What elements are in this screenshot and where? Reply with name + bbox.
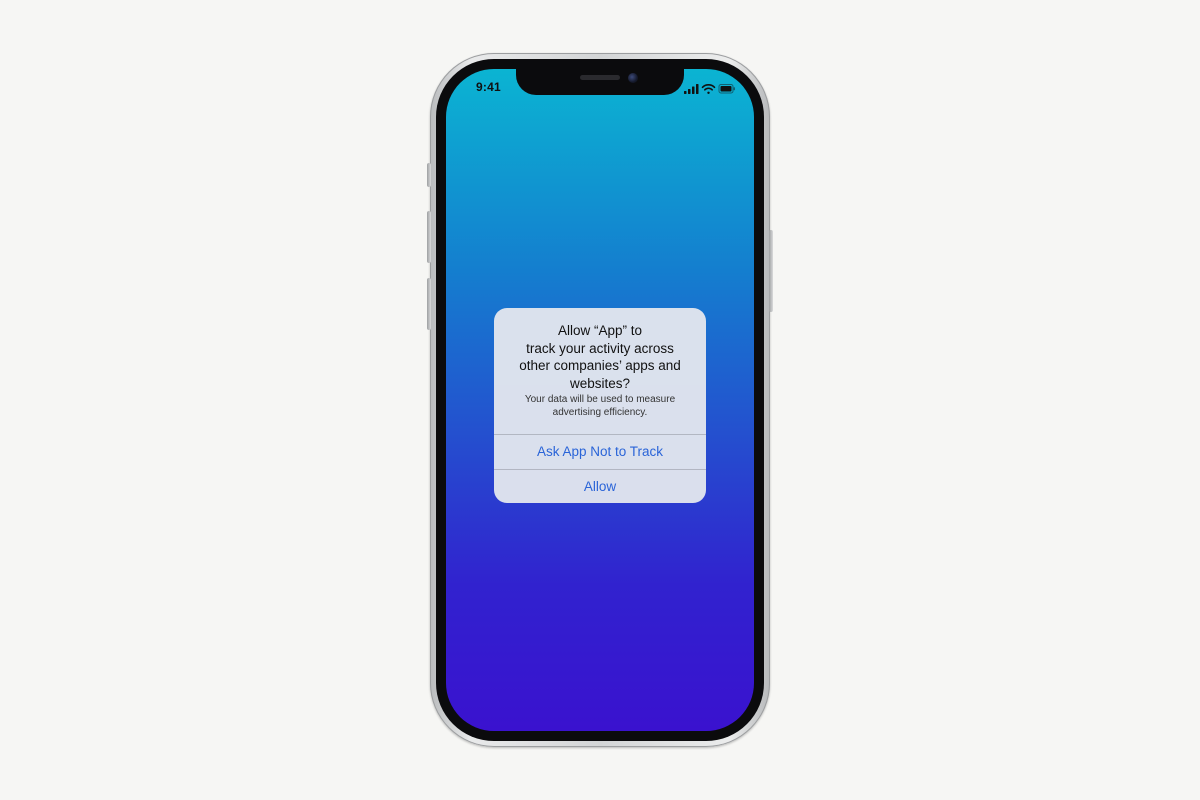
front-camera bbox=[628, 73, 638, 83]
wifi-icon bbox=[701, 84, 716, 94]
status-icons bbox=[684, 82, 736, 94]
volume-up-button bbox=[427, 211, 431, 263]
alert-title: Allow “App” to track your activity acros… bbox=[519, 323, 681, 391]
alert-message: Your data will be used to measure advert… bbox=[524, 394, 676, 418]
notch bbox=[516, 67, 684, 95]
battery-icon bbox=[718, 84, 735, 94]
tracking-permission-alert: Allow “App” to track your activity acros… bbox=[494, 308, 706, 503]
cellular-signal-icon bbox=[684, 84, 699, 94]
speaker-grille bbox=[580, 75, 620, 80]
power-button bbox=[769, 230, 773, 312]
status-time: 9:41 bbox=[476, 80, 501, 94]
silent-switch bbox=[427, 163, 431, 187]
ask-not-to-track-button[interactable]: Ask App Not to Track bbox=[494, 435, 706, 469]
volume-down-button bbox=[427, 278, 431, 330]
allow-button[interactable]: Allow bbox=[494, 470, 706, 503]
product-shot: 9:41 Allow “App” to track your activity … bbox=[0, 0, 1200, 800]
alert-body: Allow “App” to track your activity acros… bbox=[494, 308, 706, 434]
